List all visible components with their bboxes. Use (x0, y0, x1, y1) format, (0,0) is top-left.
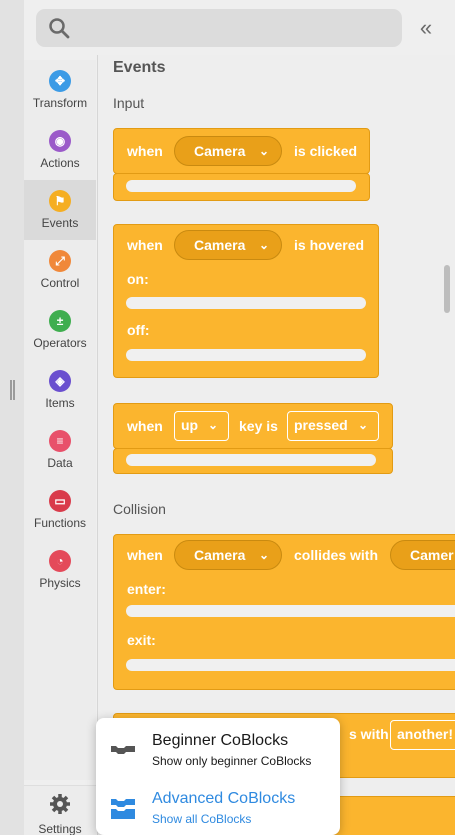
object2-dropdown-value: another! (397, 726, 453, 742)
category-label: Actions (40, 156, 80, 170)
section-collision: Collision (113, 501, 166, 517)
category-items[interactable]: ◈ Items (24, 360, 96, 420)
block-enter-label: enter: (127, 581, 166, 597)
object2-dropdown-value: Camer (410, 547, 454, 563)
object2-dropdown[interactable]: Camer (390, 540, 455, 570)
block-slot-off (126, 349, 366, 361)
key-state-dropdown[interactable]: pressed ⌄ (287, 411, 379, 441)
category-label: Operators (33, 336, 87, 350)
resize-handle[interactable] (10, 380, 15, 400)
category-label: Transform (32, 96, 88, 110)
object-dropdown-value: Camera (194, 547, 246, 563)
block-when-key-body (113, 448, 393, 474)
category-label: Events (41, 216, 79, 230)
block-when-label: when (127, 237, 163, 253)
settings-button[interactable]: Settings (24, 785, 96, 835)
chevron-down-icon: ⌄ (258, 238, 269, 252)
category-label: Functions (33, 516, 87, 530)
advanced-title: Advanced CoBlocks (152, 790, 296, 807)
category-control[interactable]: ⤢ Control (24, 240, 96, 300)
category-events[interactable]: ⚑ Events (24, 180, 96, 240)
block-when-label: when (127, 547, 163, 563)
plus-minus-icon: ± (49, 310, 71, 332)
arrows-icon: ⤢ (49, 250, 71, 272)
gear-icon (50, 794, 70, 814)
block-exit-label: exit: (127, 632, 156, 648)
beginner-block-icon (111, 746, 135, 754)
category-operators[interactable]: ± Operators (24, 300, 96, 360)
advanced-coblocks-option[interactable]: Advanced CoBlocks Show all CoBlocks (96, 788, 340, 835)
block-suffix-label: is clicked (294, 143, 358, 159)
object2-dropdown[interactable]: another! (390, 720, 455, 750)
category-sidebar: ✥ Transform ◉ Actions ⚑ Events ⤢ Control ± Operat… (24, 60, 96, 780)
section-input: Input (113, 95, 145, 111)
block-when-label: when (127, 143, 163, 159)
object-dropdown[interactable]: Camera ⌄ (174, 136, 282, 166)
key-state-value: pressed (294, 417, 348, 433)
eye-icon: ◉ (49, 130, 71, 152)
key-dropdown-value: up (181, 417, 199, 433)
object-dropdown[interactable]: Camera ⌄ (174, 540, 282, 570)
category-transform[interactable]: ✥ Transform (24, 60, 96, 120)
beginner-subtitle: Show only beginner CoBlocks (152, 754, 312, 768)
search-icon (49, 18, 70, 39)
block-when-clicked-body (113, 173, 370, 201)
beginner-coblocks-option[interactable]: Beginner CoBlocks Show only beginner CoB… (96, 730, 340, 780)
block-slot (126, 180, 356, 192)
advanced-subtitle: Show all CoBlocks (152, 812, 252, 826)
search-bar[interactable] (36, 9, 402, 47)
key-dropdown[interactable]: up ⌄ (174, 411, 229, 441)
move-icon: ✥ (49, 70, 71, 92)
chevron-down-icon: ⌄ (258, 144, 269, 158)
settings-label: Settings (38, 822, 82, 835)
category-data[interactable]: ≡ Data (24, 420, 96, 480)
object-dropdown-value: Camera (194, 143, 246, 159)
list-icon: ≡ (49, 430, 71, 452)
block-suffix-label: is hovered (294, 237, 365, 253)
object-dropdown-value: Camera (194, 237, 246, 253)
block-when-label: when (127, 418, 163, 434)
beginner-title: Beginner CoBlocks (152, 732, 289, 749)
flag-icon: ⚑ (49, 190, 71, 212)
category-label: Control (40, 276, 80, 290)
block-when-clicked[interactable]: when Camera ⌄ is clicked (113, 128, 370, 174)
object-dropdown[interactable]: Camera ⌄ (174, 230, 282, 260)
category-functions[interactable]: ▭ Functions (24, 480, 96, 540)
block-collides-label: collides with (294, 547, 379, 563)
chevron-down-icon: ⌄ (357, 418, 368, 432)
coblocks-mode-popover: Beginner CoBlocks Show only beginner CoB… (96, 718, 340, 835)
chevron-down-icon: ⌄ (258, 548, 269, 562)
collapse-panel-button[interactable]: « (412, 12, 440, 44)
gauge-icon: ◔ (49, 550, 71, 572)
block-collides-label: s with (349, 726, 389, 742)
category-label: Data (47, 456, 73, 470)
block-off-label: off: (127, 322, 150, 338)
category-actions[interactable]: ◉ Actions (24, 120, 96, 180)
block-when-key[interactable]: when up ⌄ key is pressed ⌄ (113, 403, 393, 449)
block-slot (126, 454, 376, 466)
category-physics[interactable]: ◔ Physics (24, 540, 96, 600)
block-on-label: on: (127, 271, 149, 287)
block-slot-enter (126, 605, 455, 617)
category-label: Physics (39, 576, 81, 590)
block-when-hovered[interactable]: when Camera ⌄ is hovered on: off: (113, 224, 379, 378)
block-collides-with[interactable]: when Camera ⌄ collides with Camer enter:… (113, 534, 455, 690)
function-icon: ▭ (49, 490, 71, 512)
chevron-down-icon: ⌄ (207, 418, 218, 432)
category-label: Items (45, 396, 75, 410)
block-slot-on (126, 297, 366, 309)
panel-title: Events (113, 59, 166, 76)
block-slot-exit (126, 659, 455, 671)
advanced-block-icon (111, 799, 135, 819)
cube-icon: ◈ (49, 370, 71, 392)
block-key-is-label: key is (239, 418, 278, 434)
left-gutter (0, 0, 24, 835)
scrollbar[interactable] (444, 265, 450, 313)
